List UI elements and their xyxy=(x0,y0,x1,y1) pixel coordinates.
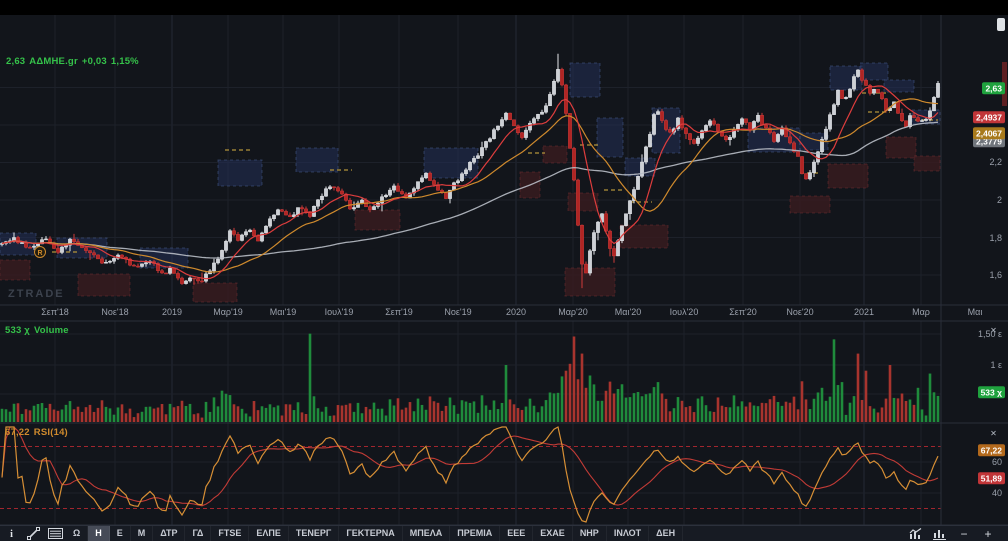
x-axis-tick-label: Μαρ xyxy=(912,307,930,317)
x-axis-tick-label: Σεπ'18 xyxy=(41,307,69,317)
scrollbar-thumb[interactable] xyxy=(997,18,1005,31)
x-axis-tick-label: 2021 xyxy=(854,307,874,317)
price-change-label: +0,03 xyxy=(82,56,107,67)
toolbar-button-ΕΕΕ[interactable]: ΕΕΕ xyxy=(500,526,533,541)
toolbar-button-Ω[interactable]: Ω xyxy=(66,526,88,541)
toolbar-right-group: − + xyxy=(904,526,1000,541)
price-axis-label: 1,8 xyxy=(989,233,1002,243)
x-axis-tick-label: Ιουλ'19 xyxy=(325,307,354,317)
rsi-indicator-label: RSI(14) xyxy=(34,427,68,438)
ticker-button-group: ΩΗΕΜΔΤΡΓΔFTSEΕΛΠΕΤΕΝΕΡΓΓΕΚΤΕΡΝΑΜΠΕΛΑΠΡΕΜ… xyxy=(66,526,683,541)
toolbar-button-FTSE[interactable]: FTSE xyxy=(211,526,249,541)
trading-app-window: R 2,63 ΑΔΜΗΕ.gr +0,03 1,15% 533 χ Volume 67,… xyxy=(0,0,1008,541)
price-axis-label: 2 xyxy=(997,195,1002,205)
volume-value-label: 533 χ xyxy=(5,325,30,336)
rsi-close-icon[interactable]: ✕ xyxy=(988,429,999,439)
combo-chart-icon[interactable] xyxy=(904,526,928,541)
price-badge: 2,4067 xyxy=(973,127,1005,139)
ztrade-watermark: ZTRADE xyxy=(8,288,65,300)
x-axis-tick-label: Μαι'19 xyxy=(270,307,296,317)
volume-axis-label: 1,50 ε xyxy=(978,329,1002,339)
info-icon[interactable]: i xyxy=(0,526,22,541)
x-axis-tick-label: Σεπ'19 xyxy=(385,307,413,317)
toolbar-button-Ε[interactable]: Ε xyxy=(110,526,131,541)
x-axis-tick-label: Μαι xyxy=(968,307,983,317)
volume-badge: 533 χ xyxy=(978,386,1005,398)
x-axis-tick-label: Μαρ'20 xyxy=(558,307,588,317)
volume-axis-label: 1 ε xyxy=(990,360,1002,370)
x-axis-tick-label: Μαι'20 xyxy=(615,307,641,317)
x-axis-tick-label: Σεπ'20 xyxy=(729,307,757,317)
toolbar-button-ΓΕΚΤΕΡΝΑ[interactable]: ΓΕΚΤΕΡΝΑ xyxy=(339,526,402,541)
volume-bars-layer xyxy=(1,334,940,422)
symbol-name-label: ΑΔΜΗΕ.gr xyxy=(29,56,78,67)
rsi-badge: 51,89 xyxy=(978,472,1005,484)
bottom-toolbar: i ΩΗΕΜΔΤΡΓΔFTSEΕΛΠΕΤΕΝΕΡΓΓΕΚΤΕΡΝΑΜΠΕΛΑΠΡ… xyxy=(0,525,1008,541)
x-axis-tick-label: Νοε'19 xyxy=(444,307,471,317)
toolbar-button-ΔΕΗ[interactable]: ΔΕΗ xyxy=(649,526,683,541)
toolbar-button-ΔΤΡ[interactable]: ΔΤΡ xyxy=(153,526,185,541)
x-axis-tick-label: Μαρ'19 xyxy=(213,307,243,317)
zoom-out-icon[interactable]: − xyxy=(952,526,976,541)
price-axis-label: 2,2 xyxy=(989,157,1002,167)
x-axis-tick-label: Ιουλ'20 xyxy=(670,307,699,317)
svg-text:R: R xyxy=(37,250,42,257)
toolbar-button-Η[interactable]: Η xyxy=(88,526,110,541)
x-axis-tick-label: Νοε'18 xyxy=(101,307,128,317)
toolbar-button-ΝΗΡ[interactable]: ΝΗΡ xyxy=(573,526,607,541)
watchlist-icon[interactable] xyxy=(44,526,66,541)
price-axis-label: 1,6 xyxy=(989,270,1002,280)
grid-layer xyxy=(0,15,941,525)
price-change-pct-label: 1,15% xyxy=(111,56,139,67)
x-axis-tick-label: Νοε'20 xyxy=(786,307,813,317)
toolbar-button-ΜΠΕΛΑ[interactable]: ΜΠΕΛΑ xyxy=(403,526,451,541)
rsi-badge: 67,22 xyxy=(978,444,1005,456)
rsi-axis-label: 60 xyxy=(992,457,1002,467)
toolbar-button-Μ[interactable]: Μ xyxy=(131,526,154,541)
price-badge: 2,63 xyxy=(982,82,1005,94)
event-markers-layer: R xyxy=(35,247,46,258)
symbol-header: 2,63 ΑΔΜΗΕ.gr +0,03 1,15% xyxy=(6,56,143,67)
toolbar-button-ΓΔ[interactable]: ΓΔ xyxy=(185,526,211,541)
separators-layer xyxy=(0,15,1008,525)
toolbar-button-ΙΝΛΟΤ[interactable]: ΙΝΛΟΤ xyxy=(607,526,649,541)
rsi-value-label: 67,22 xyxy=(5,427,30,438)
rsi-panel-header: 67,22 RSI(14) xyxy=(5,427,72,438)
x-axis-tick-label: 2019 xyxy=(162,307,182,317)
x-axis-tick-label: 2020 xyxy=(506,307,526,317)
toolbar-button-ΕΧΑΕ[interactable]: ΕΧΑΕ xyxy=(533,526,573,541)
last-price-label: 2,63 xyxy=(6,56,25,67)
chart-canvas[interactable]: R xyxy=(0,0,1008,541)
svg-text:i: i xyxy=(10,529,13,539)
toolbar-button-ΠΡΕΜΙΑ[interactable]: ΠΡΕΜΙΑ xyxy=(450,526,500,541)
zoom-in-icon[interactable]: + xyxy=(976,526,1000,541)
histogram-icon[interactable] xyxy=(928,526,952,541)
yellow-dash-layer xyxy=(52,93,938,252)
rsi-axis-label: 40 xyxy=(992,488,1002,498)
volume-indicator-label: Volume xyxy=(34,325,69,336)
volume-panel-header: 533 χ Volume xyxy=(5,325,73,336)
toolbar-button-ΕΛΠΕ[interactable]: ΕΛΠΕ xyxy=(249,526,289,541)
draw-tool-icon[interactable] xyxy=(22,526,44,541)
price-badge: 2,4937 xyxy=(973,111,1005,123)
toolbar-button-ΤΕΝΕΡΓ[interactable]: ΤΕΝΕΡΓ xyxy=(289,526,339,541)
